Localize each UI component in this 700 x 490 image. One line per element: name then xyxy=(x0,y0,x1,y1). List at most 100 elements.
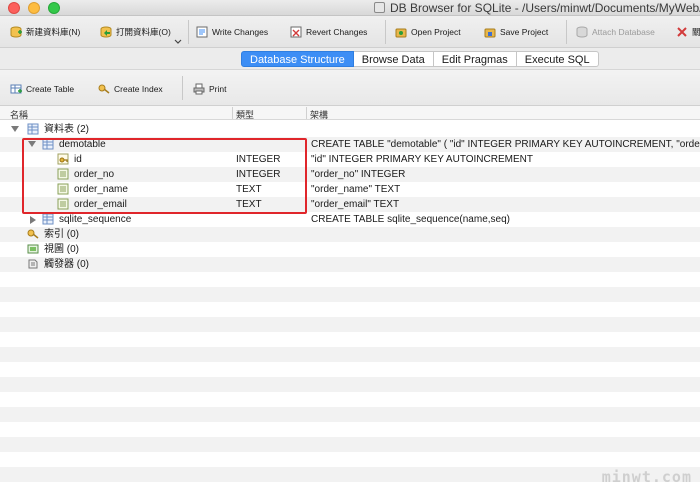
create-table-icon xyxy=(10,84,22,94)
print-button[interactable]: Print xyxy=(193,83,226,95)
tree-item-label: 視圖 (0) xyxy=(44,244,79,255)
tree-row-field-order-name[interactable]: order_name TEXT "order_name" TEXT xyxy=(0,182,700,197)
empty-row xyxy=(0,392,700,407)
empty-row xyxy=(0,332,700,347)
main-toolbar: 新建資料庫(N) 打開資料庫(O) Write Changes Revert C… xyxy=(0,16,700,48)
table-icon xyxy=(42,138,54,150)
tree-item-label: sqlite_sequence xyxy=(59,214,132,225)
tree-item-schema: CREATE TABLE sqlite_sequence(name,seq) xyxy=(311,214,510,225)
empty-row xyxy=(0,362,700,377)
tab-database-structure[interactable]: Database Structure xyxy=(241,51,354,67)
minimize-window-button[interactable] xyxy=(28,2,40,14)
tree-row-sqlite-sequence[interactable]: sqlite_sequence CREATE TABLE sqlite_sequ… xyxy=(0,212,700,227)
tree-item-type: INTEGER xyxy=(236,169,281,180)
tab-execute-sql[interactable]: Execute SQL xyxy=(516,51,599,67)
structure-toolbar: Create Table Create Index Print xyxy=(0,70,700,106)
open-database-label: 打開資料庫(O) xyxy=(116,27,171,37)
tree-item-schema: "order_email" TEXT xyxy=(311,199,400,210)
primary-key-field-icon xyxy=(57,153,69,165)
field-icon xyxy=(57,198,69,210)
close-database-button[interactable]: 關 xyxy=(676,24,700,40)
print-label: Print xyxy=(209,84,227,94)
toolbar-divider xyxy=(182,76,183,100)
title-bar: DB Browser for SQLite - /Users/minwt/Doc… xyxy=(0,0,700,16)
toolbar-divider xyxy=(385,20,386,44)
database-structure-tree: 資料表 (2) demotable CREATE TABLE "demotabl… xyxy=(0,120,700,490)
tree-item-type: INTEGER xyxy=(236,154,281,165)
tree-row-field-order-no[interactable]: order_no INTEGER "order_no" INTEGER xyxy=(0,167,700,182)
chevron-down-icon[interactable] xyxy=(174,38,182,46)
toolbar-divider xyxy=(566,20,567,44)
open-database-button[interactable]: 打開資料庫(O) xyxy=(100,24,171,40)
revert-changes-button[interactable]: Revert Changes xyxy=(290,24,367,40)
empty-row xyxy=(0,317,700,332)
empty-row xyxy=(0,422,700,437)
create-index-label: Create Index xyxy=(114,84,163,94)
close-database-icon xyxy=(677,27,687,37)
empty-row xyxy=(0,467,700,482)
empty-row xyxy=(0,272,700,287)
tree-row-demotable[interactable]: demotable CREATE TABLE "demotable" ( "id… xyxy=(0,137,700,152)
expand-toggle[interactable] xyxy=(11,126,19,132)
open-project-icon xyxy=(395,28,407,38)
tree-item-label: demotable xyxy=(59,139,106,150)
open-project-button[interactable]: Open Project xyxy=(395,24,461,40)
trigger-icon xyxy=(28,259,38,269)
tab-edit-pragmas[interactable]: Edit Pragmas xyxy=(433,51,517,67)
field-icon xyxy=(57,183,69,195)
tree-item-label: order_email xyxy=(74,199,127,210)
expand-toggle[interactable] xyxy=(28,141,36,147)
column-divider[interactable] xyxy=(232,107,233,119)
tree-item-schema: "order_no" INTEGER xyxy=(311,169,406,180)
save-project-label: Save Project xyxy=(500,27,549,37)
tree-item-label: order_name xyxy=(74,184,128,195)
new-database-button[interactable]: 新建資料庫(N) xyxy=(10,24,80,40)
tree-item-type: TEXT xyxy=(236,184,262,195)
index-icon xyxy=(27,229,39,239)
column-divider[interactable] xyxy=(306,107,307,119)
create-table-label: Create Table xyxy=(26,84,75,94)
zoom-window-button[interactable] xyxy=(48,2,60,14)
tab-browse-data[interactable]: Browse Data xyxy=(353,51,434,67)
new-database-label: 新建資料庫(N) xyxy=(26,27,81,37)
new-database-icon xyxy=(10,26,22,38)
tree-item-label: id xyxy=(74,154,82,165)
open-database-icon xyxy=(100,26,112,38)
empty-row xyxy=(0,377,700,392)
attach-database-icon xyxy=(576,26,588,38)
tree-row-indices[interactable]: 索引 (0) xyxy=(0,227,700,242)
create-table-button[interactable]: Create Table xyxy=(10,83,74,95)
tree-row-field-order-email[interactable]: order_email TEXT "order_email" TEXT xyxy=(0,197,700,212)
create-index-icon xyxy=(98,84,110,94)
tree-row-views[interactable]: 視圖 (0) xyxy=(0,242,700,257)
close-database-label: 關 xyxy=(692,27,700,37)
tree-row-triggers[interactable]: 觸發器 (0) xyxy=(0,257,700,272)
empty-row xyxy=(0,437,700,452)
printer-icon xyxy=(193,83,205,95)
toolbar-divider xyxy=(188,20,189,44)
attach-database-button[interactable]: Attach Database xyxy=(576,24,655,40)
watermark-text: minwt.com xyxy=(601,468,692,486)
tab-bar: Database Structure Browse Data Edit Prag… xyxy=(0,48,700,70)
tree-item-schema: "id" INTEGER PRIMARY KEY AUTOINCREMENT xyxy=(311,154,533,165)
tree-row-field-id[interactable]: id INTEGER "id" INTEGER PRIMARY KEY AUTO… xyxy=(0,152,700,167)
attach-database-label: Attach Database xyxy=(592,27,655,37)
tree-item-schema: CREATE TABLE "demotable" ( "id" INTEGER … xyxy=(311,139,700,150)
table-icon xyxy=(42,213,54,225)
tree-item-label: order_no xyxy=(74,169,115,180)
field-icon xyxy=(57,168,69,180)
save-project-icon xyxy=(484,28,496,38)
create-index-button[interactable]: Create Index xyxy=(98,83,163,95)
tree-item-label: 資料表 (2) xyxy=(44,124,89,135)
write-changes-button[interactable]: Write Changes xyxy=(196,24,268,40)
tree-row-tables[interactable]: 資料表 (2) xyxy=(0,122,700,137)
tree-header: 名稱 類型 架構 xyxy=(0,106,700,120)
tree-item-label: 索引 (0) xyxy=(44,229,79,240)
expand-toggle[interactable] xyxy=(30,216,36,224)
window-title: DB Browser for SQLite - /Users/minwt/Doc… xyxy=(390,1,700,15)
close-window-button[interactable] xyxy=(8,2,20,14)
write-changes-icon xyxy=(196,26,208,38)
empty-row xyxy=(0,302,700,317)
open-project-label: Open Project xyxy=(411,27,461,37)
save-project-button[interactable]: Save Project xyxy=(484,24,548,40)
